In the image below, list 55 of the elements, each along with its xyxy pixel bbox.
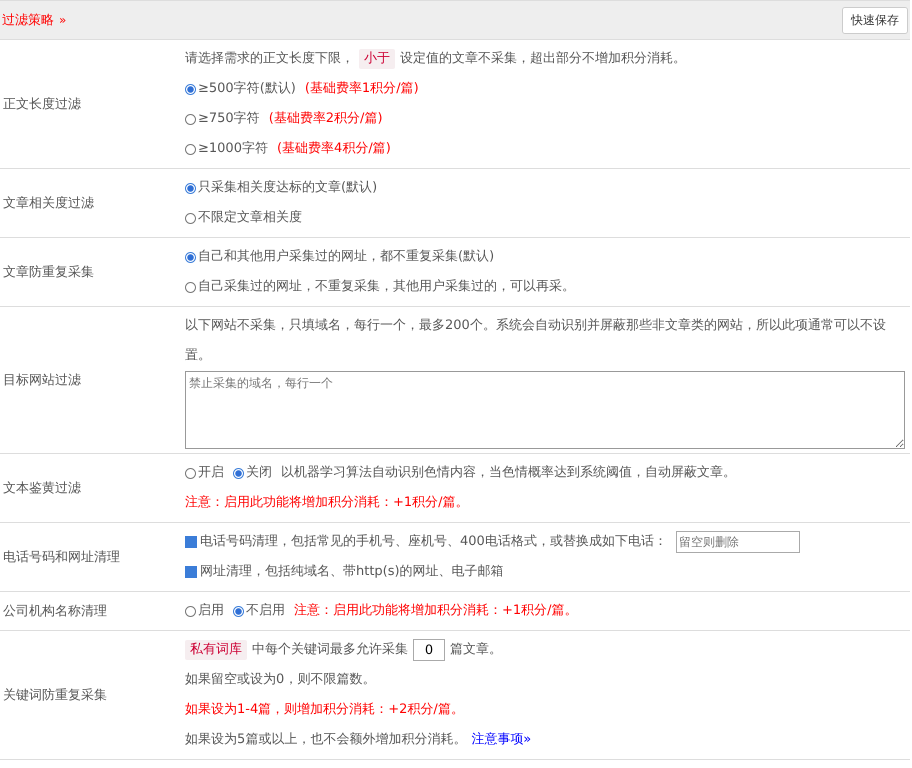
checkbox[interactable] — [185, 536, 197, 548]
help-text: 请选择需求的正文长度下限， — [185, 50, 354, 68]
radio-button[interactable] — [185, 606, 196, 616]
setting-label: 正文长度过滤 — [2, 96, 82, 113]
help-text: 篇文章。 — [450, 641, 502, 659]
cost-note: 注意：启用此功能将增加积分消耗：+1积分/篇。 — [294, 602, 578, 620]
radio-button[interactable] — [185, 282, 196, 292]
radio-option[interactable]: 不启用 — [233, 596, 285, 626]
radio-button[interactable] — [185, 114, 196, 124]
highlight-tag: 私有词库 — [185, 640, 247, 660]
radio-button[interactable] — [185, 144, 196, 154]
radio-option[interactable]: ≥500字符(默认) — [185, 74, 296, 104]
cost-note: (基础费率1积分/篇) — [304, 80, 419, 98]
cost-note: 如果设为1-4篇，则增加积分消耗：+2积分/篇。 — [185, 701, 464, 719]
help-text: 如果留空或设为0，则不限篇数。 — [185, 671, 376, 689]
radio-button[interactable] — [185, 468, 196, 478]
radio-button[interactable] — [233, 606, 244, 616]
help-text: 如果设为5篇或以上，也不会额外增加积分消耗。 — [185, 731, 466, 749]
radio-button[interactable] — [185, 252, 196, 262]
setting-label: 关键词防重复采集 — [2, 687, 108, 704]
radio-button[interactable] — [185, 84, 196, 94]
cost-note: (基础费率2积分/篇) — [268, 110, 383, 128]
setting-label: 目标网站过滤 — [2, 372, 82, 389]
radio-option[interactable]: ≥1000字符 — [185, 134, 268, 164]
radio-option[interactable]: 启用 — [185, 596, 224, 626]
radio-button[interactable] — [185, 182, 196, 194]
radio-button[interactable] — [233, 468, 244, 478]
setting-label: 文章防重复采集 — [2, 264, 95, 281]
radio-option[interactable]: 只采集相关度达标的文章(默认) — [185, 173, 378, 203]
domain-textarea[interactable]: 禁止采集的域名，每行一个 — [185, 371, 905, 449]
checkbox-option[interactable]: 电话号码清理，包括常见的手机号、座机号、400电话格式，或替换成如下电话： — [185, 527, 667, 557]
checkbox[interactable] — [185, 566, 197, 578]
radio-option[interactable]: ≥750字符 — [185, 104, 260, 134]
radio-option[interactable]: 不限定文章相关度 — [185, 203, 302, 233]
phone-field[interactable]: 留空则删除 — [676, 531, 800, 553]
setting-label: 公司机构名称清理 — [2, 603, 108, 620]
count-field[interactable]: 0 — [413, 639, 445, 661]
help-text: 以机器学习算法自动识别色情内容，当色情概率达到系统阈值，自动屏蔽文章。 — [281, 464, 736, 482]
notes-link[interactable]: 注意事项» — [471, 725, 532, 755]
checkbox-option[interactable]: 网址清理，包括纯域名、带http(s)的网址、电子邮箱 — [185, 557, 504, 587]
radio-option[interactable]: 关闭 — [233, 458, 272, 488]
help-text: 设定值的文章不采集，超出部分不增加积分消耗。 — [400, 50, 686, 68]
help-text: 以下网站不采集，只填域名，每行一个，最多200个。系统会自动识别并屏蔽那些非文章类的网站，所以此项通常可以不设置。 — [185, 317, 887, 365]
help-text: 中每个关键词最多允许采集 — [252, 641, 408, 659]
highlight-tag: 小于 — [359, 49, 395, 69]
setting-label: 文章相关度过滤 — [2, 195, 95, 212]
setting-label: 文本鉴黄过滤 — [2, 480, 82, 497]
radio-option[interactable]: 自己采集过的网址，不重复采集，其他用户采集过的，可以再采。 — [185, 272, 575, 302]
radio-option[interactable]: 自己和其他用户采集过的网址，都不重复采集(默认) — [185, 242, 494, 272]
cost-note: 注意：启用此功能将增加积分消耗：+1积分/篇。 — [185, 494, 469, 512]
setting-label: 电话号码和网址清理 — [2, 549, 121, 566]
cost-note: (基础费率4积分/篇) — [276, 140, 391, 158]
quick-save-button[interactable]: 快速保存 — [842, 6, 908, 34]
radio-option[interactable]: 开启 — [185, 458, 224, 488]
radio-button[interactable] — [185, 212, 196, 224]
